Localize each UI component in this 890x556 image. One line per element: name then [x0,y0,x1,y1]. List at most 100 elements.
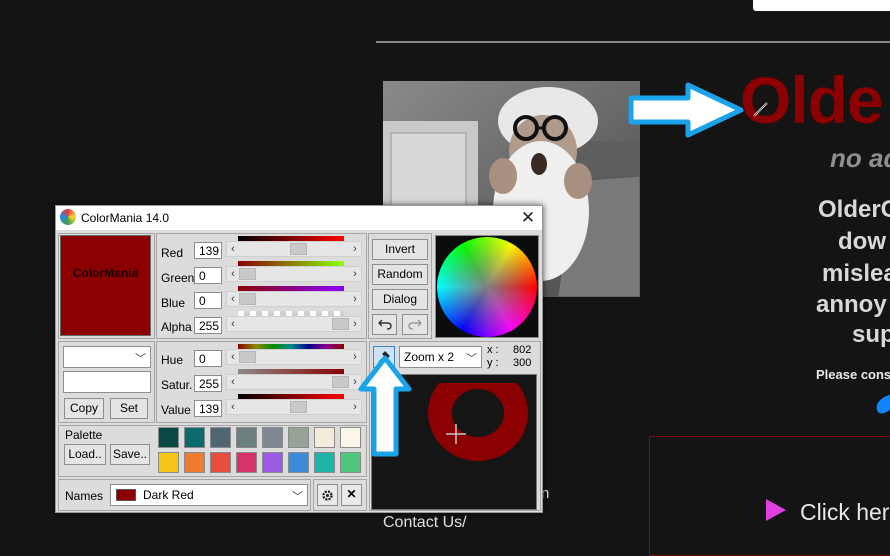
redo-button[interactable] [402,314,428,335]
palette-swatch[interactable] [236,452,257,473]
color-name-swatch [116,489,136,501]
green-slider-thumb[interactable] [239,268,256,280]
palette-swatch[interactable] [314,452,335,473]
close-button[interactable]: ✕ [514,206,542,230]
palette-swatch[interactable] [288,427,309,448]
colormania-window: ColorMania 14.0 ✕ ColorMania Red 139 ‹ ›… [55,205,543,513]
palette-swatch[interactable] [210,427,231,448]
chevron-down-icon: ﹀ [466,353,477,365]
hue-slider-thumb[interactable] [239,351,256,363]
alpha-value-field[interactable]: 255 [194,317,222,334]
green-value-field[interactable]: 0 [194,267,222,284]
color-name-value: Dark Red [143,488,194,502]
copy-button[interactable]: Copy [64,398,104,419]
undo-button[interactable] [372,314,397,335]
slider-right-arrow-icon[interactable]: › [350,267,360,281]
colormania-app-icon [60,209,76,225]
undo-icon [377,319,392,330]
save-palette-button[interactable]: Save.. [110,444,150,465]
divider [376,41,890,43]
window-title: ColorMania 14.0 [81,211,170,225]
hue-label: Hue [161,353,184,367]
names-label: Names [65,489,104,503]
alpha-slider[interactable]: ‹ › [226,316,362,332]
search-box[interactable] [753,0,890,11]
x-coord-value: 802 [513,344,532,356]
value-slider-thumb[interactable] [289,401,307,413]
dialog-button[interactable]: Dialog [372,289,428,310]
intro-line-2: dow [838,228,886,255]
color-wheel-disc[interactable] [437,237,537,337]
palette-swatch[interactable] [158,452,179,473]
palette-swatch[interactable] [210,452,231,473]
format-select[interactable]: ﹀ [63,346,151,368]
palette-swatch[interactable] [262,452,283,473]
invert-button[interactable]: Invert [372,239,428,260]
slider-left-arrow-icon[interactable]: ‹ [228,292,238,306]
y-coord-value: 300 [513,357,532,369]
chevron-down-icon: ﹀ [292,491,303,503]
saturation-value-field[interactable]: 255 [194,375,222,392]
alpha-slider-thumb[interactable] [332,318,349,330]
slider-right-arrow-icon[interactable]: › [350,317,360,331]
palette-swatch[interactable] [184,427,205,448]
contact-us-link[interactable]: Contact Us/ [383,514,467,532]
palette-swatch[interactable] [184,452,205,473]
palette-swatch[interactable] [262,427,283,448]
gear-icon [322,490,333,501]
value-slider[interactable]: ‹ › [226,399,362,415]
intro-line-3: mislea [822,260,890,287]
delete-name-button[interactable]: ✕ [341,484,362,506]
eyedropper-cursor-icon [753,102,768,117]
value-value-field[interactable]: 139 [194,400,222,417]
color-wheel[interactable] [435,235,539,338]
color-name-select[interactable]: Dark Red ﹀ [110,484,308,506]
slider-right-arrow-icon[interactable]: › [350,292,360,306]
palette-swatch[interactable] [236,427,257,448]
value-label: Value [161,403,191,417]
butterfly-icon[interactable] [873,390,890,427]
slider-left-arrow-icon[interactable]: ‹ [228,317,238,331]
palette-swatch[interactable] [314,427,335,448]
please-consider-text: Please cons [816,367,890,382]
intro-line-4: annoy [816,291,887,318]
random-button[interactable]: Random [372,264,428,285]
palette-swatch[interactable] [288,452,309,473]
saturation-slider[interactable]: ‹ › [226,374,362,390]
load-palette-button[interactable]: Load.. [64,444,106,465]
blue-slider-thumb[interactable] [239,293,256,305]
promo-box [649,436,890,556]
color-preview: ColorMania [60,235,151,336]
title-bar[interactable]: ColorMania 14.0 ✕ [56,206,542,230]
hex-code-input[interactable] [63,371,151,393]
saturation-label: Satur. [161,378,193,392]
slider-left-arrow-icon[interactable]: ‹ [228,267,238,281]
slider-left-arrow-icon[interactable]: ‹ [228,375,238,389]
settings-button[interactable] [317,484,338,506]
red-value-field[interactable]: 139 [194,242,222,259]
intro-line-5: sup [852,321,890,348]
slider-left-arrow-icon[interactable]: ‹ [228,242,238,256]
y-coord-label: y : [487,357,499,369]
hue-slider[interactable]: ‹ › [226,349,362,365]
green-slider[interactable]: ‹ › [226,266,362,282]
palette-swatch[interactable] [158,427,179,448]
blue-value-field[interactable]: 0 [194,292,222,309]
blue-label: Blue [161,296,186,310]
intro-line-1: OlderG [818,196,890,223]
site-subtitle: no ad [830,143,890,173]
slider-right-arrow-icon[interactable]: › [350,242,360,256]
click-here-link[interactable]: Click her [800,499,889,526]
hue-value-field[interactable]: 0 [194,350,222,367]
blue-slider[interactable]: ‹ › [226,291,362,307]
slider-left-arrow-icon[interactable]: ‹ [228,400,238,414]
red-slider[interactable]: ‹ › [226,241,362,257]
slider-left-arrow-icon[interactable]: ‹ [228,350,238,364]
red-slider-thumb[interactable] [289,243,307,255]
set-button[interactable]: Set [110,398,148,419]
saturation-slider-thumb[interactable] [332,376,349,388]
x-coord-label: x : [487,344,499,356]
redo-icon [408,319,422,330]
play-arrow-icon [766,499,786,521]
callout-arrow-up-icon [358,355,412,457]
